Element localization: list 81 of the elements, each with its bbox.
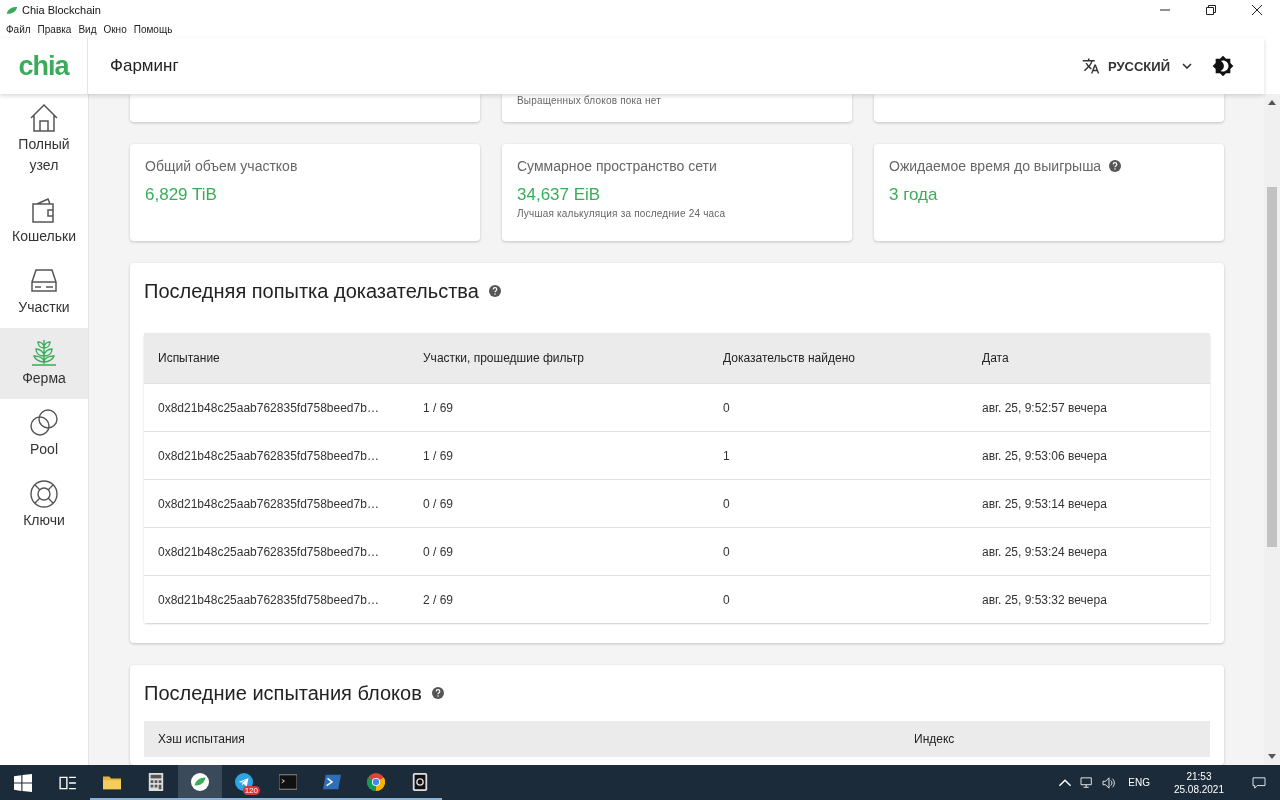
shell-icon xyxy=(323,772,341,791)
sidebar-item[interactable]: Полный узел xyxy=(0,94,88,186)
windows-start-icon[interactable] xyxy=(14,773,32,792)
caret-icon xyxy=(1182,63,1192,69)
badge: 120 xyxy=(242,786,260,795)
help-icon[interactable] xyxy=(1109,160,1122,172)
scrollbar[interactable] xyxy=(1264,94,1280,765)
sidebar-item[interactable]: Ферма xyxy=(0,328,88,399)
card-title: Общий объем участков xyxy=(145,158,298,174)
browser-icon xyxy=(367,772,385,791)
leaf-icon xyxy=(191,772,209,791)
table-cell: авг. 25, 9:53:24 вечера xyxy=(982,544,1107,559)
close-icon[interactable] xyxy=(1252,5,1262,15)
table-cell-text: 0x8d21b48c25aab762835fd758beed7b… xyxy=(158,592,380,607)
column-header: Доказательств найдено xyxy=(723,351,856,365)
table-cell-text: 0x8d21b48c25aab762835fd758beed7b… xyxy=(158,448,380,463)
menu-item[interactable]: Правка xyxy=(37,23,72,35)
column-header: Участки, прошедшие фильтр xyxy=(423,351,585,365)
table-cell-text: 0 / 69 xyxy=(423,496,455,511)
table-cell: авг. 25, 9:53:14 вечера xyxy=(982,496,1107,511)
card-title: Суммарное пространство сети xyxy=(517,158,717,174)
section-title: Последние испытания блоков xyxy=(144,681,422,705)
lifebuoy-icon xyxy=(28,478,60,510)
keyboard-language[interactable]: ENG xyxy=(1128,777,1150,788)
volume-icon[interactable] xyxy=(1102,776,1117,789)
section-title: Последняя попытка доказательства xyxy=(144,279,479,303)
table-cell-text: 0 / 69 xyxy=(423,544,455,559)
theme-icon[interactable] xyxy=(1212,55,1234,77)
calculator-icon xyxy=(147,772,165,791)
notification-icon[interactable] xyxy=(1252,776,1266,789)
table-cell-text: 1 / 69 xyxy=(423,400,455,415)
help-icon[interactable] xyxy=(488,285,501,297)
page-title: Фарминг xyxy=(110,56,179,76)
menu-item[interactable]: Файл xyxy=(6,23,31,35)
taskbar-app[interactable]: 120 xyxy=(222,765,266,800)
translate-icon xyxy=(1082,57,1100,75)
restore-icon[interactable] xyxy=(1206,5,1216,15)
logo: chia xyxy=(18,50,69,82)
column-header: Индекс xyxy=(914,732,955,746)
leaf-icon xyxy=(6,5,18,15)
table-cell: авг. 25, 9:52:57 вечера xyxy=(982,400,1107,415)
table-cell-text: 0x8d21b48c25aab762835fd758beed7b… xyxy=(158,496,380,511)
card-value: 6,829 TiB xyxy=(145,185,217,205)
menu-item[interactable]: Помощь xyxy=(133,23,173,35)
help-icon[interactable] xyxy=(431,687,444,699)
table-cell-text: 0 xyxy=(723,496,731,511)
card-note: Выращенных блоков пока нет xyxy=(517,95,662,106)
sidebar-item[interactable]: Участки xyxy=(0,257,88,328)
card-note: Лучшая калькуляция за последние 24 часа xyxy=(517,208,726,219)
table-cell-text: 1 xyxy=(723,448,731,463)
column-header: Хэш испытания xyxy=(158,732,246,746)
table-cell-text: 1 / 69 xyxy=(423,448,455,463)
table-cell-text: 0 xyxy=(723,400,731,415)
clock[interactable]: 21:53 25.08.2021 xyxy=(1173,769,1224,796)
house-icon xyxy=(28,102,60,134)
table-cell-text: 0 xyxy=(723,592,731,607)
table-cell-text: 0x8d21b48c25aab762835fd758beed7b… xyxy=(158,400,380,415)
menu-item[interactable]: Окно xyxy=(103,23,127,35)
terminal-icon xyxy=(279,772,297,791)
sidebar-item[interactable]: Кошельки xyxy=(0,186,88,257)
sidebar-item[interactable]: Pool xyxy=(0,399,88,470)
column-header: Дата xyxy=(982,351,1009,365)
table-cell-text: 0 xyxy=(723,544,731,559)
card-title: Ожидаемое время до выигрыша xyxy=(889,158,1102,174)
card-value: 34,637 EiB xyxy=(517,185,601,205)
rings-icon xyxy=(28,407,60,439)
sidebar-item[interactable]: Ключи xyxy=(0,470,88,541)
table-cell: авг. 25, 9:53:06 вечера xyxy=(982,448,1107,463)
table-cell-text: 2 / 69 xyxy=(423,592,455,607)
scroll-down-icon[interactable] xyxy=(1268,754,1276,759)
scroll-up-icon[interactable] xyxy=(1268,100,1276,105)
column-header: Испытание xyxy=(158,351,221,365)
language-button[interactable]: РУССКИЙ xyxy=(1078,53,1196,79)
table-cell-text: 0x8d21b48c25aab762835fd758beed7b… xyxy=(158,544,380,559)
network-icon[interactable] xyxy=(1080,776,1095,789)
card-value: 3 года xyxy=(889,185,938,205)
app-icon xyxy=(411,772,429,791)
window-title: Chia Blockchain xyxy=(22,4,101,16)
table-cell: авг. 25, 9:53:32 вечера xyxy=(982,592,1107,607)
menu-item[interactable]: Вид xyxy=(78,23,97,35)
taskbar-app[interactable] xyxy=(178,765,222,800)
